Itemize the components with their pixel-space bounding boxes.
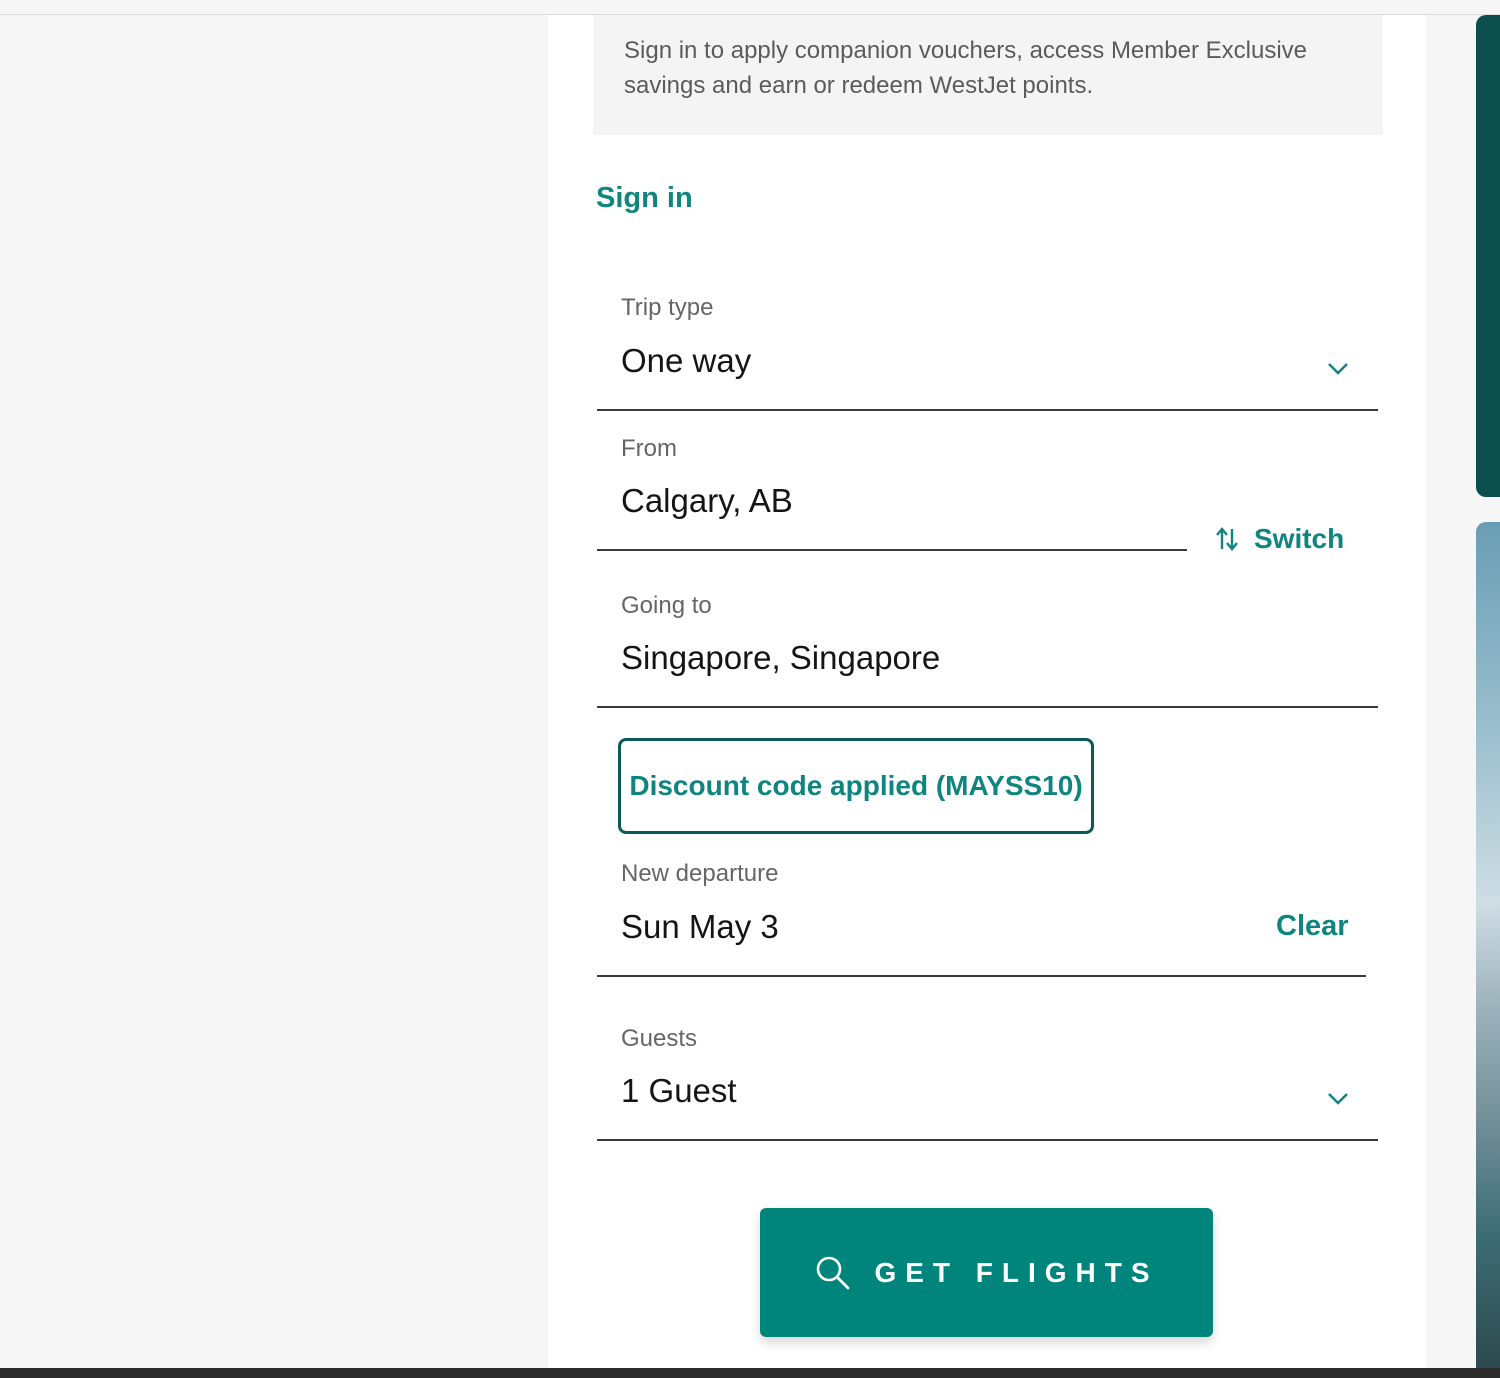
going-to-label: Going to	[621, 592, 712, 619]
chevron-down-icon	[1328, 363, 1348, 375]
trip-type-label: Trip type	[621, 294, 714, 321]
departure-value: Sun May 3	[621, 908, 779, 945]
going-to-underline	[597, 706, 1378, 708]
switch-label: Switch	[1254, 523, 1345, 554]
clear-date-button[interactable]: Clear	[1276, 910, 1349, 943]
from-underline	[597, 549, 1187, 551]
from-label: From	[621, 435, 677, 462]
guests-value: 1 Guest	[621, 1072, 737, 1109]
departure-underline	[597, 975, 1366, 977]
search-icon	[817, 1256, 850, 1289]
from-value: Calgary, AB	[621, 482, 793, 519]
get-flights-button[interactable]: GET FLIGHTS	[760, 1208, 1213, 1337]
departure-label: New departure	[621, 860, 779, 887]
guests-underline	[597, 1139, 1378, 1141]
side-panel-dark	[1476, 15, 1500, 497]
trip-type-value: One way	[621, 342, 752, 379]
chevron-down-icon	[1328, 1093, 1348, 1105]
signin-link[interactable]: Sign in	[596, 182, 693, 215]
side-panel-photo	[1476, 522, 1500, 1368]
discount-code-label: Discount code applied (MAYSS10)	[629, 770, 1083, 801]
going-to-value: Singapore, Singapore	[621, 639, 941, 676]
signin-notice-text: Sign in to apply companion vouchers, acc…	[624, 37, 1307, 99]
discount-code-button[interactable]: Discount code applied (MAYSS10)	[618, 738, 1094, 834]
browser-top-edge	[0, 0, 1500, 15]
trip-type-underline	[597, 409, 1378, 411]
switch-button[interactable]: Switch	[1214, 519, 1344, 559]
swap-arrows-icon	[1216, 527, 1238, 551]
guests-label: Guests	[621, 1025, 698, 1052]
get-flights-label: GET FLIGHTS	[874, 1256, 1159, 1288]
booking-panel	[548, 15, 1426, 1368]
bottom-edge-bar	[0, 1368, 1500, 1378]
